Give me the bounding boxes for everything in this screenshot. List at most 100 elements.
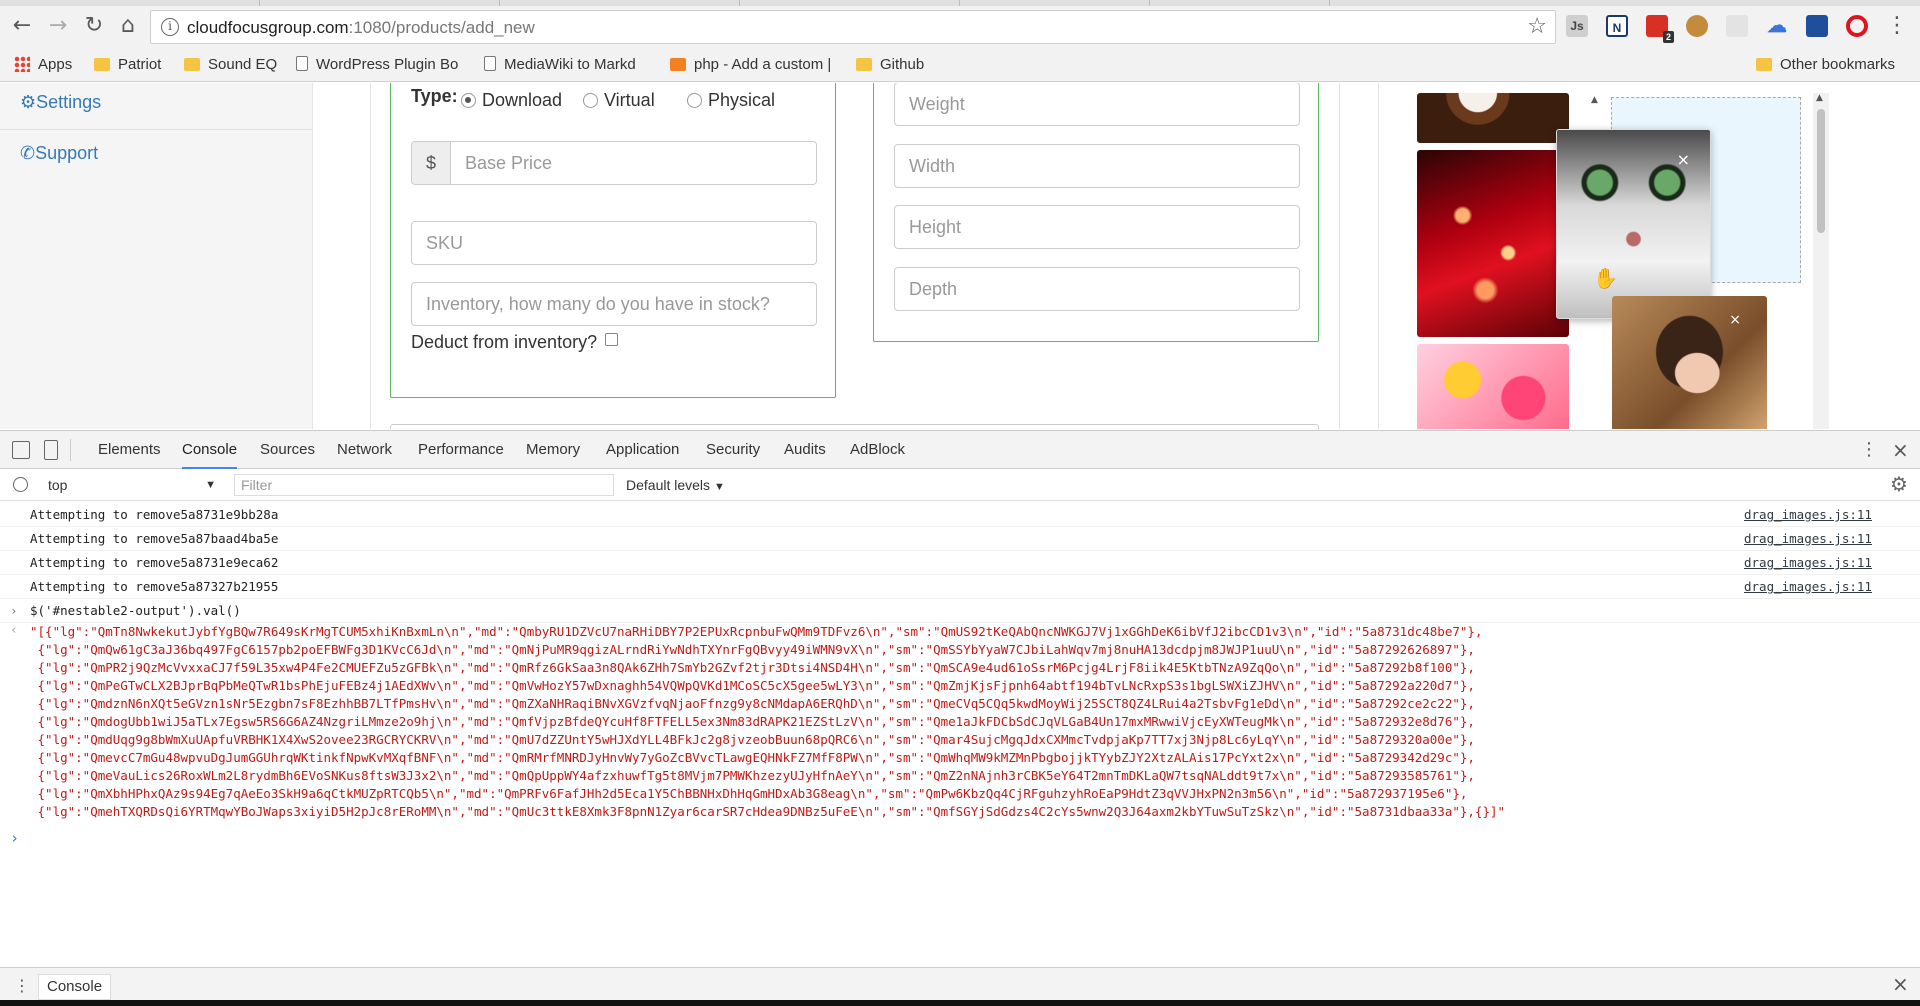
log-source-link[interactable]: drag_images.js:11 — [1744, 551, 1872, 574]
candy-image[interactable] — [1417, 344, 1569, 429]
dropdown-arrow-icon: ▼ — [205, 479, 216, 491]
result-line: {"lg":"QmdogUbb1wiJ5aTLx7Egsw5RS6G6AZ4Nz… — [30, 714, 1475, 729]
extension-badge: 2 — [1662, 31, 1674, 43]
filter-input[interactable]: Filter — [234, 474, 614, 496]
home-button[interactable]: ⌂ — [114, 12, 142, 40]
tab-audits[interactable]: Audits — [784, 431, 826, 469]
log-source-link[interactable]: drag_images.js:11 — [1744, 575, 1872, 598]
address-bar[interactable]: i cloudfocusgroup.com:1080/products/add_… — [150, 10, 1556, 44]
taskbar-edge — [0, 1000, 1920, 1006]
dropdown-arrow-icon: ▼ — [713, 481, 725, 493]
bookmark-patriot[interactable]: Patriot — [94, 54, 161, 76]
console-prompt[interactable]: › — [0, 829, 1920, 853]
radio-download[interactable] — [461, 93, 476, 108]
tab-strip[interactable] — [0, 0, 1920, 6]
inspect-element-icon[interactable] — [12, 441, 30, 459]
log-levels-select[interactable]: Default levels ▼ — [626, 474, 725, 498]
folder-icon — [184, 58, 200, 71]
base-price-input[interactable]: Base Price — [450, 141, 817, 185]
dimensions-panel: Weight Width Height Depth — [873, 83, 1319, 342]
divider — [0, 129, 313, 130]
bookmark-other[interactable]: Other bookmarks — [1756, 54, 1895, 76]
browser-chrome: ← → ↻ ⌂ i cloudfocusgroup.com:1080/produ… — [0, 0, 1920, 82]
tab-console[interactable]: Console — [182, 431, 238, 469]
tab-sources[interactable]: Sources — [260, 431, 315, 469]
image-gallery: × ✋ × ▲ ▲ — [1378, 83, 1848, 429]
inventory-input[interactable]: Inventory, how many do you have in stock… — [411, 282, 817, 326]
tab-elements[interactable]: Elements — [98, 431, 161, 469]
console-settings-icon[interactable]: ⚙ — [1890, 472, 1908, 496]
close-devtools-icon[interactable]: × — [1892, 438, 1909, 462]
scroll-thumb[interactable] — [1817, 109, 1825, 233]
drawer-menu-icon[interactable]: ⋮ — [14, 976, 30, 995]
weight-input[interactable]: Weight — [894, 83, 1300, 126]
log-row: Attempting to remove5a8731e9bb28a drag_im… — [0, 503, 1920, 527]
sidebar-item-settings[interactable]: ⚙Settings — [20, 92, 101, 113]
sidebar-item-support[interactable]: ✆Support — [20, 143, 98, 164]
scroll-up-icon[interactable]: ▲ — [1591, 95, 1598, 105]
bookmark-github[interactable]: Github — [856, 54, 924, 76]
bookmark-sound-eq[interactable]: Sound EQ — [184, 54, 277, 76]
forward-button[interactable]: → — [44, 12, 72, 40]
coffee-image[interactable] — [1417, 93, 1569, 143]
bookmark-php[interactable]: php - Add a custom | — [670, 54, 831, 76]
remove-x-icon[interactable]: × — [1729, 312, 1741, 328]
gallery-scrollbar[interactable]: ▲ — [1813, 93, 1829, 429]
bookmark-apps[interactable]: Apps — [14, 54, 72, 76]
extension-doc-icon[interactable] — [1726, 15, 1748, 37]
drawer-tab-console[interactable]: Console — [38, 974, 112, 1000]
log-source-link[interactable]: drag_images.js:11 — [1744, 503, 1872, 526]
extension-cloud-icon[interactable]: ☁ — [1766, 15, 1788, 37]
base-price-group: $ Base Price — [411, 141, 817, 185]
extension-opera-icon[interactable] — [1846, 15, 1868, 37]
deduct-inventory-label: Deduct from inventory? — [411, 332, 619, 353]
scroll-up-icon[interactable]: ▲ — [1816, 93, 1823, 103]
folder-icon — [94, 58, 110, 71]
woman-image[interactable]: × — [1612, 296, 1767, 429]
info-icon[interactable]: i — [161, 18, 179, 36]
type-radio-virtual[interactable]: Virtual — [569, 90, 655, 111]
devtools-panel: Elements Console Sources Network Perform… — [0, 430, 1920, 1006]
result-line: "[{"lg":"QmTn8NwkekutJybfYgBQw7R649sKrMg… — [30, 624, 1483, 639]
log-source-link[interactable]: drag_images.js:11 — [1744, 527, 1872, 550]
remove-x-icon[interactable]: × — [1677, 150, 1690, 169]
extension-n-icon[interactable]: N — [1606, 15, 1628, 37]
tab-application[interactable]: Application — [606, 431, 679, 469]
type-radio-physical[interactable]: Physical — [673, 90, 775, 111]
sku-input[interactable]: SKU — [411, 221, 817, 265]
extension-js-icon[interactable]: Js — [1566, 15, 1588, 37]
reload-button[interactable]: ↻ — [80, 12, 108, 40]
result-line: {"lg":"QmdznN6nXQt5eGVzn1sNr5Ezgbn7sF8Ez… — [30, 696, 1475, 711]
context-select[interactable]: top ▼ — [48, 474, 218, 496]
cat-image-dragging[interactable]: × ✋ — [1556, 129, 1711, 319]
bookmark-wordpress-plugin[interactable]: WordPress Plugin Bo — [296, 54, 458, 76]
extension-calendar-icon[interactable]: 2 — [1646, 15, 1674, 43]
devtools-menu-icon[interactable]: ⋮ — [1860, 439, 1878, 460]
tab-memory[interactable]: Memory — [526, 431, 580, 469]
height-input[interactable]: Height — [894, 205, 1300, 249]
back-button[interactable]: ← — [8, 12, 36, 40]
phone-icon: ✆ — [20, 143, 36, 163]
radio-virtual[interactable] — [583, 93, 598, 108]
toolbar-divider — [70, 439, 71, 461]
candles-image[interactable] — [1417, 150, 1569, 337]
device-toolbar-icon[interactable] — [44, 440, 58, 460]
extension-cookie-icon[interactable] — [1686, 15, 1708, 37]
result-line: {"lg":"QmXbhHPhxQAz9s94Eg7qAeEo3SkH9a6qC… — [30, 786, 1468, 801]
tab-performance[interactable]: Performance — [418, 431, 504, 469]
extension-blue-icon[interactable] — [1806, 15, 1828, 37]
tab-security[interactable]: Security — [706, 431, 760, 469]
clear-console-icon[interactable] — [13, 477, 28, 492]
width-input[interactable]: Width — [894, 144, 1300, 188]
deduct-inventory-checkbox[interactable] — [605, 333, 619, 346]
browser-menu-icon[interactable]: ⋮ — [1886, 12, 1908, 40]
depth-input[interactable]: Depth — [894, 267, 1300, 311]
bookmark-mediawiki[interactable]: MediaWiki to Markd — [484, 54, 636, 76]
tab-network[interactable]: Network — [337, 431, 392, 469]
close-drawer-icon[interactable]: × — [1892, 972, 1909, 996]
page-icon — [296, 56, 308, 71]
bookmark-star-icon[interactable]: ☆ — [1527, 14, 1547, 39]
tab-adblock[interactable]: AdBlock — [850, 431, 905, 469]
type-radio-download[interactable]: Download — [447, 90, 562, 111]
radio-physical[interactable] — [687, 93, 702, 108]
